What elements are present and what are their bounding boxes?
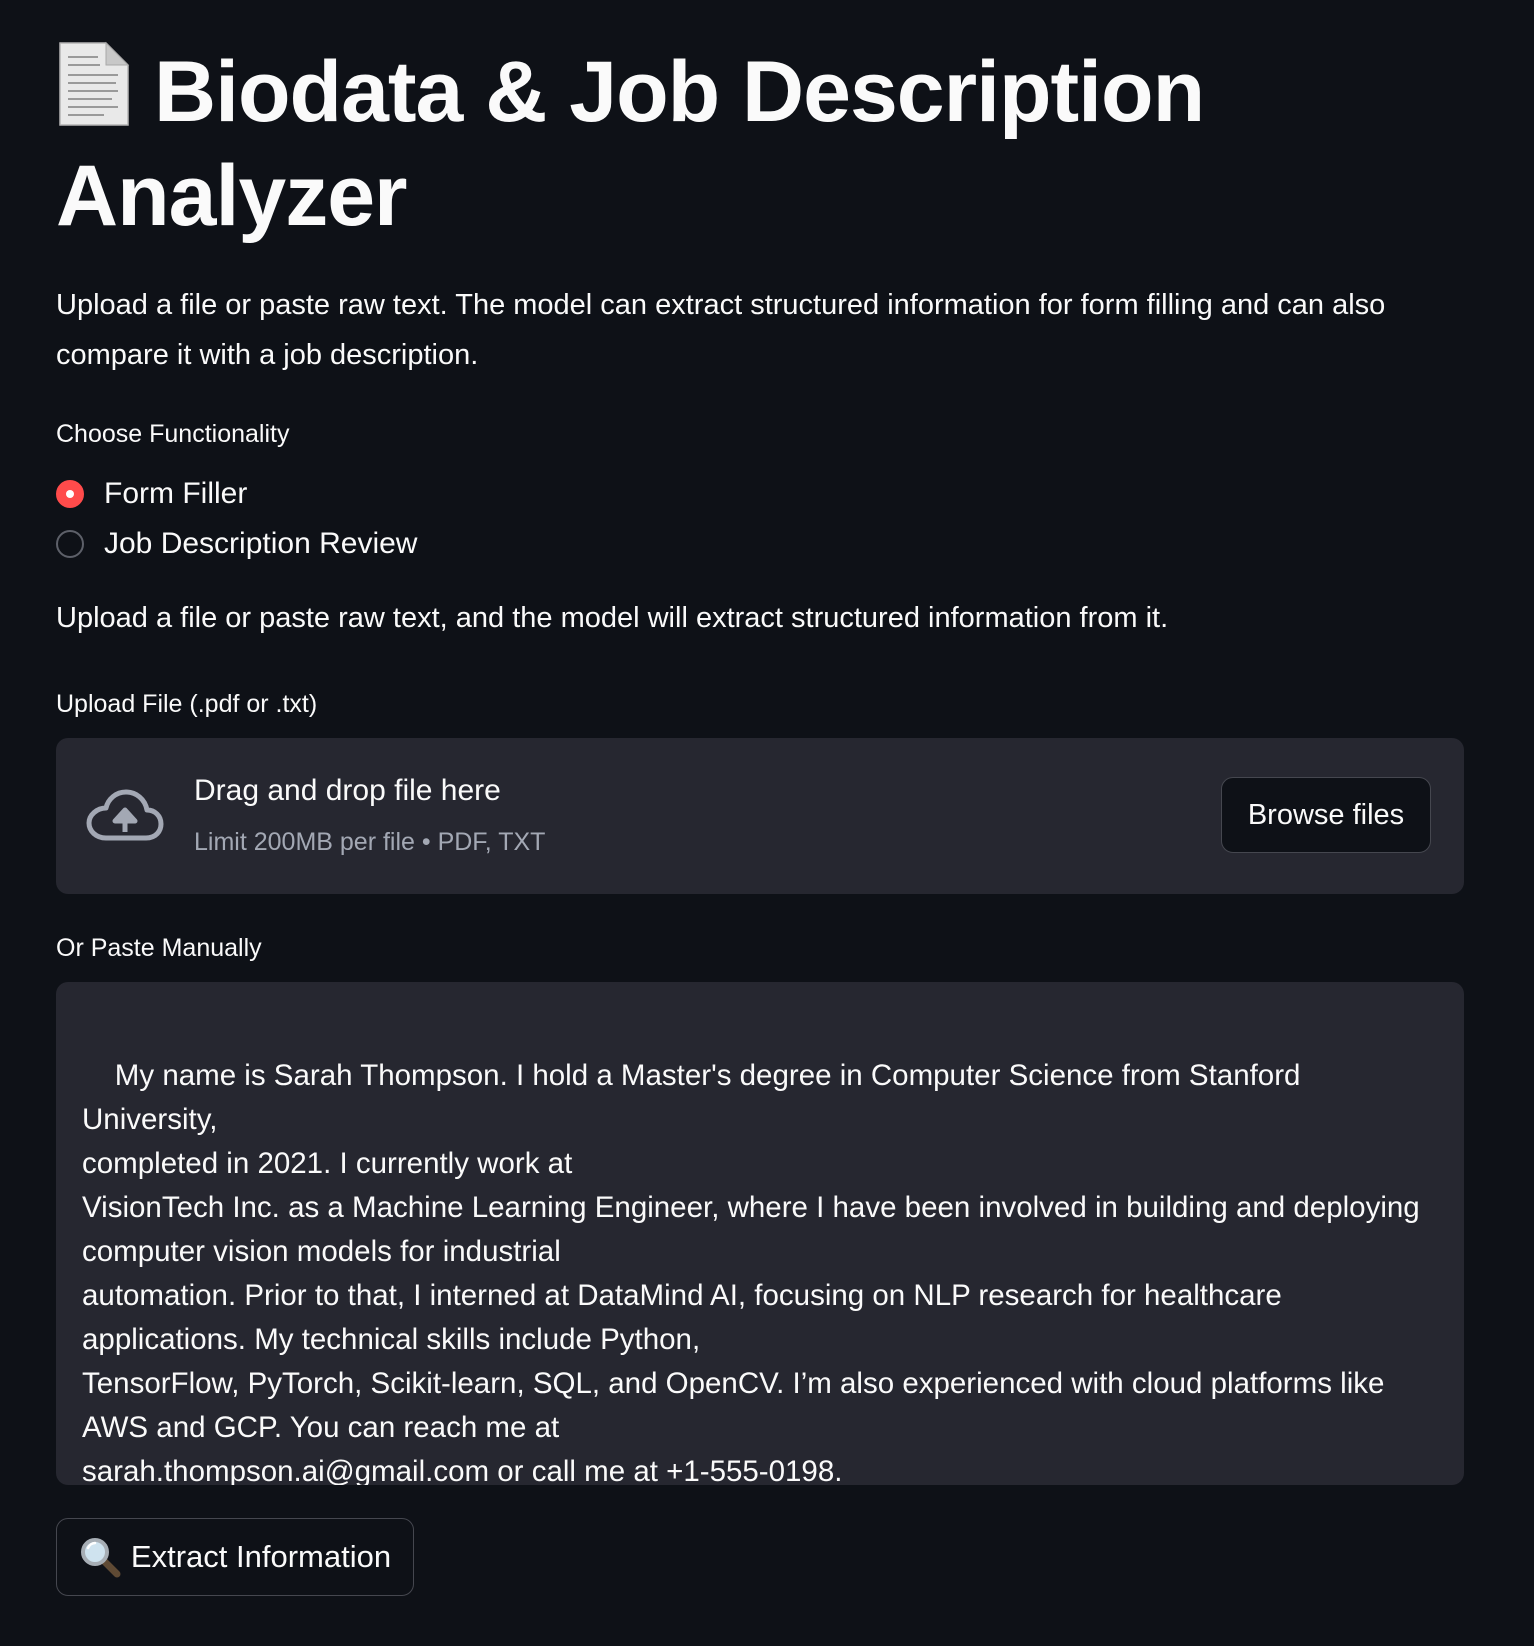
dropzone-subtitle: Limit 200MB per file • PDF, TXT [194, 828, 546, 856]
page-title-text: Biodata & Job Description Analyzer [56, 44, 1205, 244]
paste-label: Or Paste Manually [56, 934, 262, 962]
radio-job-description-review[interactable]: Job Description Review [56, 524, 417, 564]
extract-information-button[interactable]: Extract Information [56, 1518, 414, 1596]
magnifier-icon [79, 1536, 121, 1578]
paste-textarea[interactable]: My name is Sarah Thompson. I hold a Mast… [56, 982, 1464, 1485]
page-document-icon [56, 41, 130, 127]
paste-textarea-value: My name is Sarah Thompson. I hold a Mast… [82, 1059, 1420, 1485]
radio-label-job-description-review: Job Description Review [104, 527, 418, 560]
cloud-upload-icon [86, 788, 164, 844]
radio-label-form-filler: Form Filler [104, 477, 248, 510]
dropzone-title: Drag and drop file here [194, 774, 501, 807]
radio-form-filler[interactable]: Form Filler [56, 474, 247, 514]
file-dropzone[interactable]: Drag and drop file here Limit 200MB per … [56, 738, 1464, 894]
functionality-label: Choose Functionality [56, 420, 290, 448]
intro-text: Upload a file or paste raw text. The mod… [56, 289, 1386, 371]
resize-handle-icon[interactable] [1446, 1467, 1460, 1481]
browse-files-button[interactable]: Browse files [1221, 777, 1431, 853]
extract-button-label: Extract Information [130, 1539, 392, 1574]
page-title: Biodata & Job Description Analyzer [56, 40, 1296, 248]
upload-label: Upload File (.pdf or .txt) [56, 690, 318, 718]
radio-selected-icon [56, 480, 84, 508]
radio-unselected-icon [56, 530, 84, 558]
helper-text: Upload a file or paste raw text, and the… [56, 602, 1169, 634]
